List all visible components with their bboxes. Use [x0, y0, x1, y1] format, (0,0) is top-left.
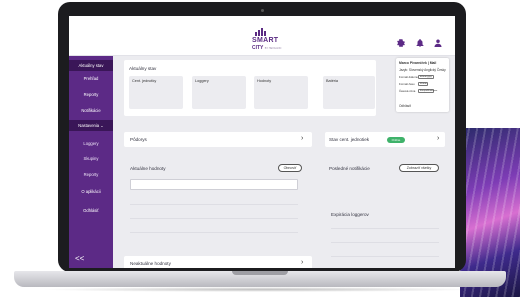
sidebar-item-notifications[interactable]: Notifikácie — [69, 105, 113, 116]
topbar: SMART CITY BY HEXAGON — [69, 16, 455, 56]
date-format-select[interactable]: dd.mm.yyyy — [418, 74, 434, 79]
laptop-shadow — [40, 287, 480, 292]
central-unit-status-row[interactable]: Stav cent. jednotiek Online › — [325, 132, 445, 147]
floor-plan-row[interactable]: Pôdorys › — [124, 132, 312, 147]
sidebar-item-settings-reports[interactable]: Reporty — [69, 169, 113, 180]
overview-panel: Aktuálny stav Cent. jednotky Loggery Hod… — [124, 60, 376, 116]
logo-bars-icon — [255, 28, 266, 36]
bell-icon[interactable] — [415, 38, 425, 48]
timezone-select[interactable]: Europe/Bratislava — [418, 88, 437, 93]
kpi-label: Loggery — [195, 79, 209, 83]
unread-values-label: Neaktuálne hodnoty — [130, 261, 171, 266]
divider — [331, 228, 439, 229]
logo-text: SMART — [252, 37, 279, 44]
logo-subtext: CITY BY HEXAGON — [252, 45, 281, 51]
chevron-right-icon: › — [437, 135, 440, 142]
divider — [331, 256, 439, 257]
sidebar-item-about[interactable]: O aplikácii — [69, 186, 113, 197]
page-title: Aktuálny stav — [129, 66, 157, 71]
sidebar-item-loggers[interactable]: Loggery — [69, 138, 113, 149]
current-values-search-input[interactable] — [130, 179, 298, 190]
refresh-button[interactable]: Obnoviť — [278, 164, 302, 172]
divider — [130, 232, 298, 233]
time-format-select[interactable]: hh:mm — [418, 81, 428, 86]
kpi-loggers[interactable]: Loggery — [192, 76, 246, 109]
current-values-label: Aktuálne hodnoty — [130, 166, 166, 171]
time-format-label: Formát času — [399, 82, 415, 86]
chevron-right-icon: › — [301, 259, 304, 266]
floor-plan-label: Pôdorys — [130, 137, 147, 142]
laptop-camera — [261, 9, 264, 12]
sidebar: Aktuálny stav Prehľad Reporty Notifikáci… — [69, 56, 113, 268]
sidebar-item-groups[interactable]: Skupiny — [69, 153, 113, 164]
collapse-sidebar-icon[interactable]: << — [75, 254, 84, 263]
timezone-label: Časová zóna — [399, 89, 416, 93]
chevron-right-icon: › — [301, 135, 304, 142]
logger-expiration-label: Expirácia loggerov — [331, 212, 369, 217]
last-notifications-panel: Posledné notifikácie Zobraziť všetky — [325, 157, 445, 205]
stage: SMART CITY BY HEXAGON Aktuálny stav Preh… — [0, 0, 520, 297]
status-badge: Online — [387, 136, 405, 143]
sidebar-item-settings-label: Nastavenia — [78, 123, 100, 128]
divider — [331, 242, 439, 243]
smart-city-logo[interactable]: SMART CITY BY HEXAGON — [252, 28, 281, 54]
chevron-down-icon: ⌄ — [100, 123, 104, 128]
logo-city-text: CITY — [252, 45, 264, 51]
sidebar-item-logout[interactable]: Odhlásiť — [69, 205, 113, 216]
show-all-notifications-button[interactable]: Zobraziť všetky — [399, 164, 439, 172]
divider — [130, 218, 298, 219]
language-selector[interactable]: Jazyk: Slovenský Anglický Česky — [399, 68, 446, 72]
user-name: Marco Pivarníček | Mail — [399, 61, 437, 65]
logout-link[interactable]: Odhlásiť — [399, 104, 411, 108]
sidebar-item-reports[interactable]: Reporty — [69, 89, 113, 100]
kpi-label: Hodnoty — [257, 79, 272, 83]
kpi-battery[interactable]: Batéria — [323, 76, 375, 109]
kpi-label: Batéria — [326, 79, 339, 83]
gear-icon[interactable] — [396, 38, 406, 48]
kpi-central-units[interactable]: Cent. jednotky — [129, 76, 183, 109]
kpi-values[interactable]: Hodnoty — [254, 76, 308, 109]
laptop-notch — [232, 271, 288, 275]
divider — [130, 204, 298, 205]
sidebar-item-current-state[interactable]: Aktuálny stav — [69, 60, 113, 71]
user-menu-dropdown: Marco Pivarníček | Mail Jazyk: Slovenský… — [396, 58, 449, 112]
app-screen: SMART CITY BY HEXAGON Aktuálny stav Preh… — [69, 16, 455, 268]
logger-expiration-panel: Expirácia loggerov — [325, 206, 445, 268]
central-unit-status-label: Stav cent. jednotiek — [329, 137, 370, 142]
sidebar-item-settings[interactable]: Nastavenia ⌄ — [69, 120, 113, 131]
last-notifications-label: Posledné notifikácie — [329, 166, 370, 171]
current-values-panel: Aktuálne hodnoty Obnoviť — [124, 157, 312, 249]
user-icon[interactable] — [433, 38, 443, 48]
sidebar-item-overview[interactable]: Prehľad — [69, 73, 113, 84]
unread-values-row[interactable]: Neaktuálne hodnoty › — [124, 256, 312, 268]
kpi-label: Cent. jednotky — [132, 79, 157, 83]
date-format-label: Formát dátumu — [399, 75, 418, 79]
logo-tagline: BY HEXAGON — [264, 47, 282, 50]
